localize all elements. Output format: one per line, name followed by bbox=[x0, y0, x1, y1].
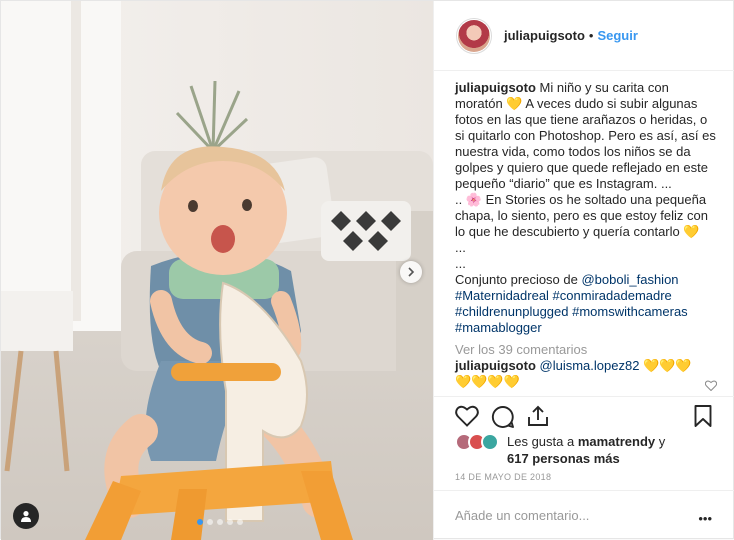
caption: juliapuigsoto Mi niño y su carita con mo… bbox=[455, 80, 717, 272]
carousel-dot bbox=[237, 519, 243, 525]
action-bar bbox=[434, 396, 734, 434]
view-all-comments-link[interactable]: Ver los 39 comentarios bbox=[455, 342, 717, 358]
liker-avatars[interactable] bbox=[455, 433, 501, 451]
author-username[interactable]: juliapuigsoto bbox=[504, 28, 585, 43]
user-icon bbox=[21, 511, 31, 522]
caption-lead: Conjunto precioso de bbox=[455, 272, 582, 287]
caption-text: Mi niño y su carita con moratón 💛 A vece… bbox=[455, 80, 716, 271]
carousel-dot bbox=[227, 519, 233, 525]
add-comment-bar: ••• bbox=[434, 490, 734, 540]
photo-scene bbox=[1, 1, 433, 540]
post-details: juliapuigsoto • Seguir juliapuigsoto Mi … bbox=[433, 1, 734, 540]
next-slide-button[interactable] bbox=[400, 261, 422, 283]
share-icon[interactable] bbox=[527, 405, 549, 427]
heart-icon[interactable] bbox=[455, 405, 479, 427]
post-date[interactable]: 14 de mayo de 2018 bbox=[455, 472, 551, 482]
separator-dot: • bbox=[588, 28, 594, 43]
caption-author[interactable]: juliapuigsoto bbox=[455, 80, 536, 95]
likes-count[interactable]: 617 personas más bbox=[507, 451, 620, 466]
avatar-image bbox=[458, 19, 490, 52]
comments-section: juliapuigsoto Mi niño y su carita con mo… bbox=[455, 80, 717, 391]
bookmark-icon[interactable] bbox=[694, 405, 712, 427]
mention-link[interactable]: @boboli_fashion bbox=[581, 272, 678, 287]
likes-summary: Les gusta a mamatrendy y 617 personas má… bbox=[455, 433, 725, 467]
carousel-dot bbox=[197, 519, 203, 525]
post-header: juliapuigsoto • Seguir bbox=[434, 1, 734, 71]
likes-prefix: Les gusta a bbox=[507, 434, 578, 449]
comment-input[interactable] bbox=[455, 508, 675, 523]
post-photo[interactable] bbox=[1, 1, 433, 540]
likes-text: Les gusta a mamatrendy y 617 personas má… bbox=[507, 433, 665, 467]
comment-icon[interactable] bbox=[491, 405, 515, 429]
carousel-dot bbox=[207, 519, 213, 525]
tagged-users-button[interactable] bbox=[13, 503, 39, 529]
liker-avatar bbox=[481, 433, 499, 451]
post: juliapuigsoto • Seguir juliapuigsoto Mi … bbox=[0, 0, 734, 540]
caption-tail: Conjunto precioso de @boboli_fashion #Ma… bbox=[455, 272, 717, 336]
comment-item: juliapuigsoto @luisma.lopez82 💛💛💛 💛💛💛💛 bbox=[455, 358, 717, 391]
hashtags[interactable]: #Maternidadreal #conmiradademadre #child… bbox=[455, 288, 688, 335]
comment-like-icon[interactable] bbox=[705, 380, 717, 391]
comment-mention[interactable]: @luisma.lopez82 bbox=[540, 358, 640, 373]
author-avatar[interactable] bbox=[456, 17, 492, 54]
likes-conj: y bbox=[655, 434, 666, 449]
comment-author[interactable]: juliapuigsoto bbox=[455, 358, 536, 373]
more-options-button[interactable]: ••• bbox=[698, 511, 712, 526]
carousel-dot bbox=[217, 519, 223, 525]
carousel-indicator bbox=[197, 519, 243, 525]
chevron-right-icon bbox=[408, 267, 415, 277]
follow-button[interactable]: Seguir bbox=[597, 28, 637, 43]
liker-username[interactable]: mamatrendy bbox=[578, 434, 655, 449]
